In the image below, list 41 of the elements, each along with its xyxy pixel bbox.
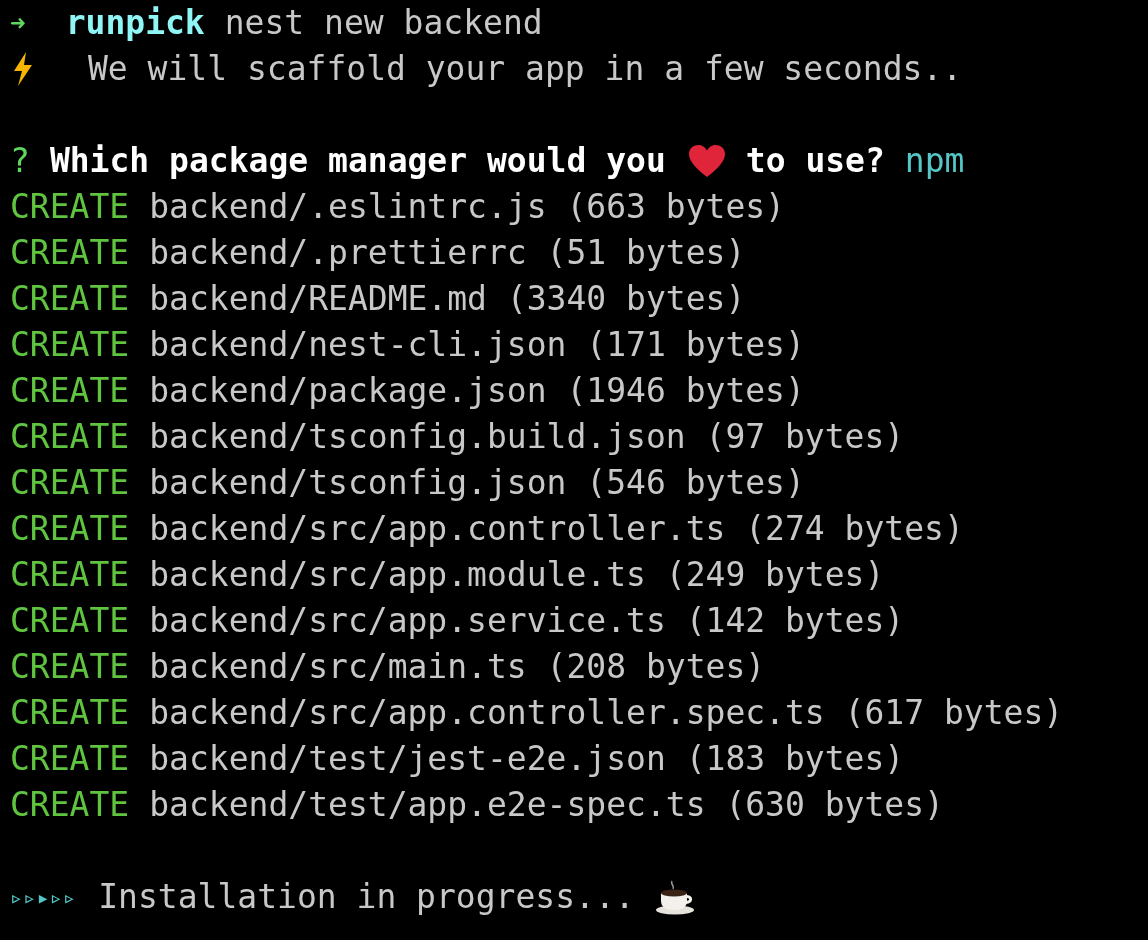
question-text: Which package manager would you (49, 140, 666, 183)
command-text: nest new backend (224, 2, 543, 45)
action-label: CREATE (10, 554, 130, 597)
action-label: CREATE (10, 278, 130, 321)
coffee-cup-icon (654, 879, 697, 915)
action-label: CREATE (10, 370, 130, 413)
prompt-arrow: ➜ (10, 6, 26, 40)
progress-text: Installation in progress... (98, 876, 635, 919)
action-label: CREATE (10, 646, 130, 689)
action-label: CREATE (10, 232, 130, 275)
progress-spinner: ▹▹▸▹▹ (10, 883, 77, 912)
action-label: CREATE (10, 186, 130, 229)
question-mark: ? (10, 140, 30, 183)
action-label: CREATE (10, 462, 130, 505)
file-entry: backend/tsconfig.json (546 bytes) (149, 462, 805, 505)
file-entry: backend/README.md (3340 bytes) (149, 278, 746, 321)
action-label: CREATE (10, 738, 130, 781)
file-entry: backend/src/app.controller.ts (274 bytes) (149, 508, 964, 551)
file-entry: backend/test/app.e2e-spec.ts (630 bytes) (149, 784, 944, 827)
lightning-icon (12, 52, 34, 86)
action-label: CREATE (10, 600, 130, 643)
file-entry: backend/src/app.module.ts (249 bytes) (149, 554, 885, 597)
file-entry: backend/src/app.service.ts (142 bytes) (149, 600, 905, 643)
file-entry: backend/src/app.controller.spec.ts (617 bytes) (149, 692, 1064, 735)
file-entry: backend/package.json (1946 bytes) (149, 370, 805, 413)
file-entry: backend/nest-cli.json (171 bytes) (149, 324, 805, 367)
question-text: to use? (745, 140, 885, 183)
notice-text: We will scaffold your app in a few seconds.. (88, 48, 963, 91)
action-label: CREATE (10, 416, 130, 459)
action-label: CREATE (10, 508, 130, 551)
directory-name: runpick (65, 2, 205, 45)
action-label: CREATE (10, 324, 130, 367)
action-label: CREATE (10, 784, 130, 827)
file-entry: backend/.prettierrc (51 bytes) (149, 232, 746, 275)
file-entry: backend/test/jest-e2e.json (183 bytes) (149, 738, 905, 781)
file-entry: backend/src/main.ts (208 bytes) (149, 646, 766, 689)
answer-text: npm (904, 140, 965, 183)
action-label: CREATE (10, 692, 130, 735)
heart-icon (687, 144, 726, 178)
file-entry: backend/.eslintrc.js (663 bytes) (149, 186, 785, 229)
file-entry: backend/tsconfig.build.json (97 bytes) (149, 416, 905, 459)
